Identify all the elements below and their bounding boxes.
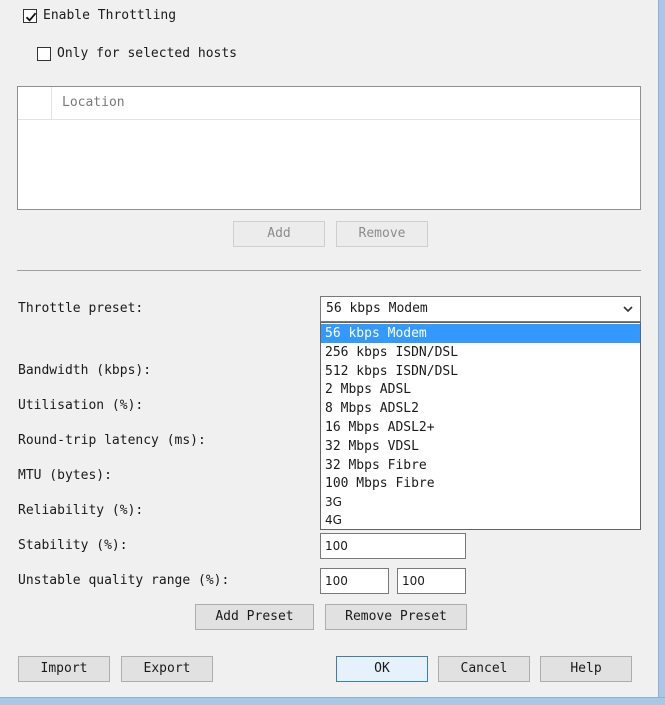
table-header: Location (18, 87, 640, 120)
unstable-min-input[interactable]: 100 (320, 568, 389, 594)
unstable-range-label: Unstable quality range (%): (18, 573, 230, 588)
only-selected-hosts-checkbox[interactable] (37, 47, 51, 61)
enable-throttling-checkbox[interactable] (23, 9, 37, 23)
preset-option-32m-vdsl[interactable]: 32 Mbps VDSL (321, 437, 640, 456)
remove-preset-button[interactable]: Remove Preset (325, 604, 467, 630)
mtu-label: MTU (bytes): (18, 468, 112, 483)
section-divider (17, 270, 641, 271)
ok-button[interactable]: OK (336, 656, 428, 682)
stability-label: Stability (%): (18, 538, 128, 553)
select-all-header-cell[interactable] (18, 87, 52, 119)
preset-option-512k-isdn[interactable]: 512 kbps ISDN/DSL (321, 362, 640, 381)
preset-option-8m-adsl2[interactable]: 8 Mbps ADSL2 (321, 399, 640, 418)
preset-option-3g[interactable]: 3G (321, 493, 640, 512)
remove-host-button[interactable]: Remove (336, 221, 428, 247)
cancel-button[interactable]: Cancel (438, 656, 530, 682)
window-frame-bottom (0, 697, 665, 705)
bandwidth-label: Bandwidth (kbps): (18, 363, 152, 378)
throttle-preset-label: Throttle preset: (18, 301, 144, 316)
location-column-header[interactable]: Location (62, 95, 125, 111)
export-button[interactable]: Export (121, 656, 213, 682)
preset-option-32m-fibre[interactable]: 32 Mbps Fibre (321, 456, 640, 475)
throttle-preset-value: 56 kbps Modem (326, 301, 428, 316)
stability-input[interactable]: 100 (320, 533, 466, 559)
throttle-preset-dropdown[interactable]: 56 kbps Modem 256 kbps ISDN/DSL 512 kbps… (320, 322, 641, 530)
hosts-table[interactable]: Location (17, 86, 641, 210)
add-preset-button[interactable]: Add Preset (195, 604, 314, 630)
preset-option-2m-adsl[interactable]: 2 Mbps ADSL (321, 380, 640, 399)
only-selected-hosts-label[interactable]: Only for selected hosts (57, 46, 237, 62)
reliability-label: Reliability (%): (18, 503, 144, 518)
window-frame-right (658, 0, 665, 705)
preset-option-100m-fibre[interactable]: 100 Mbps Fibre (321, 474, 640, 493)
utilisation-label: Utilisation (%): (18, 398, 144, 413)
help-button[interactable]: Help (540, 656, 632, 682)
import-button[interactable]: Import (18, 656, 110, 682)
unstable-max-input[interactable]: 100 (397, 568, 466, 594)
preset-option-56k-modem[interactable]: 56 kbps Modem (321, 324, 640, 343)
preset-option-4g[interactable]: 4G (321, 511, 640, 530)
add-host-button[interactable]: Add (233, 221, 325, 247)
throttle-preset-select[interactable]: 56 kbps Modem (320, 296, 641, 322)
latency-label: Round-trip latency (ms): (18, 433, 206, 448)
chevron-down-icon (623, 306, 633, 313)
preset-option-16m-adsl2plus[interactable]: 16 Mbps ADSL2+ (321, 418, 640, 437)
preset-option-256k-isdn[interactable]: 256 kbps ISDN/DSL (321, 343, 640, 362)
checkmark-icon (25, 12, 37, 22)
enable-throttling-label[interactable]: Enable Throttling (43, 8, 176, 24)
